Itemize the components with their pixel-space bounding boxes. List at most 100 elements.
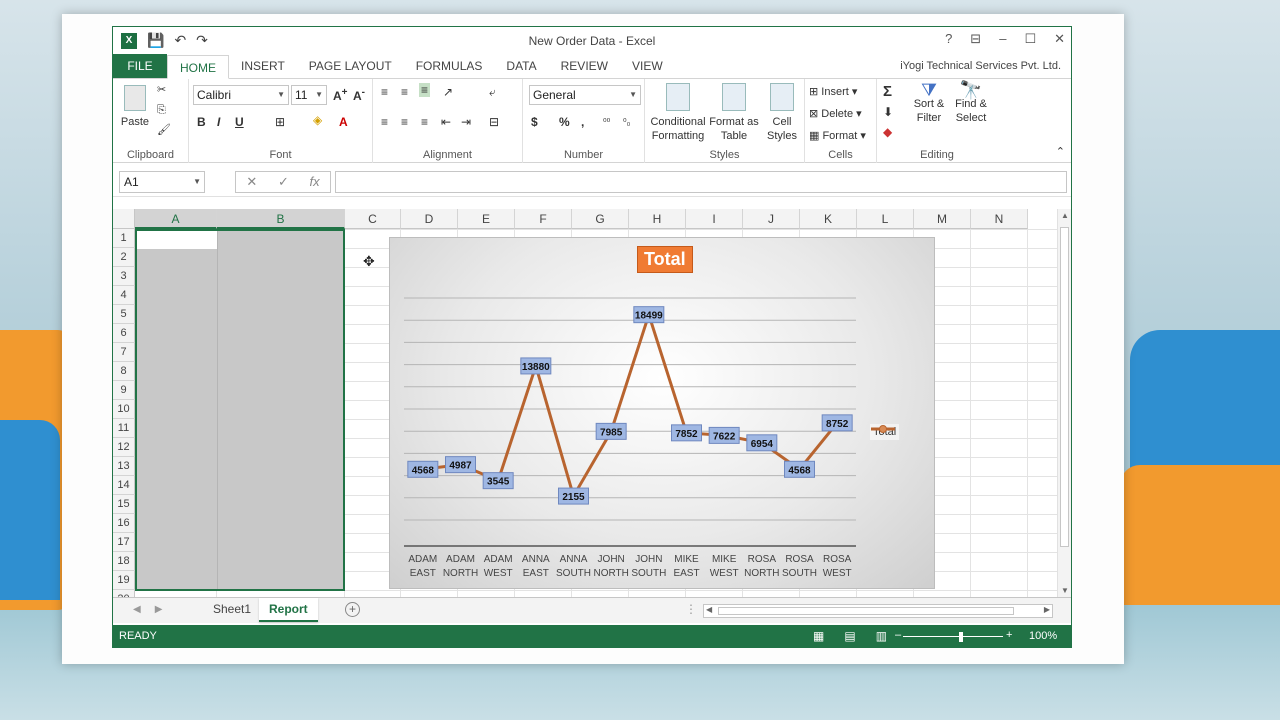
row-header-3[interactable]: 3 [113, 267, 135, 286]
shrink-font-icon[interactable]: A- [353, 87, 365, 103]
tab-data[interactable]: DATA [494, 54, 548, 78]
prev-sheet-icon[interactable]: ◀ [133, 604, 141, 615]
formula-input[interactable] [335, 171, 1067, 193]
close-icon[interactable]: ✕ [1054, 31, 1065, 47]
row-header-14[interactable]: 14 [113, 476, 135, 495]
scroll-thumb[interactable] [1060, 227, 1069, 547]
column-header-l[interactable]: L [857, 209, 914, 229]
align-middle-icon[interactable]: ≡ [401, 85, 408, 99]
scroll-right-icon[interactable]: ▶ [1044, 605, 1050, 614]
column-header-n[interactable]: N [971, 209, 1028, 229]
font-size-select[interactable]: 11 ▼ [291, 85, 327, 105]
font-name-select[interactable]: Calibri ▼ [193, 85, 289, 105]
autosum-icon[interactable]: Σ [883, 83, 892, 100]
row-header-1[interactable]: 1 [113, 229, 135, 248]
column-header-e[interactable]: E [458, 209, 515, 229]
cell-styles-button[interactable]: Cell Styles [761, 83, 803, 143]
find-select-button[interactable]: 🔭 Find & Select [951, 81, 991, 125]
grow-font-icon[interactable]: A+ [333, 87, 348, 103]
next-sheet-icon[interactable]: ▶ [155, 604, 163, 615]
active-cell[interactable] [137, 231, 217, 249]
orientation-icon[interactable]: ↗ [443, 85, 453, 99]
column-header-f[interactable]: F [515, 209, 572, 229]
row-header-13[interactable]: 13 [113, 457, 135, 476]
column-header-a[interactable]: A [135, 209, 217, 229]
scroll-left-icon[interactable]: ◀ [706, 605, 712, 614]
format-painter-icon[interactable]: 🖌 [157, 123, 171, 137]
scroll-down-icon[interactable]: ▼ [1061, 586, 1069, 595]
column-header-d[interactable]: D [401, 209, 458, 229]
currency-icon[interactable]: $ [531, 115, 538, 129]
row-header-9[interactable]: 9 [113, 381, 135, 400]
decrease-indent-icon[interactable]: ⇤ [441, 115, 451, 129]
row-header-4[interactable]: 4 [113, 286, 135, 305]
chart-title[interactable]: Total [637, 246, 693, 273]
chart-legend[interactable]: Total [870, 424, 900, 440]
copy-icon[interactable]: ⎘ [157, 103, 166, 117]
row-header-12[interactable]: 12 [113, 438, 135, 457]
bold-icon[interactable]: B [197, 115, 206, 129]
row-header-10[interactable]: 10 [113, 400, 135, 419]
increase-decimal-icon[interactable]: ⁰⁰ [603, 117, 610, 128]
zoom-in-icon[interactable]: + [1006, 629, 1012, 641]
horizontal-scrollbar[interactable]: ◀ ▶ [703, 604, 1053, 618]
underline-icon[interactable]: U [235, 115, 244, 129]
decrease-decimal-icon[interactable]: ⁰₀ [623, 117, 630, 128]
row-header-16[interactable]: 16 [113, 514, 135, 533]
align-center-icon[interactable]: ≡ [401, 115, 408, 129]
column-header-g[interactable]: G [572, 209, 629, 229]
vertical-scrollbar[interactable]: ▲ ▼ [1057, 209, 1071, 597]
tab-view[interactable]: VIEW [620, 54, 675, 78]
sheet-tab-sheet1[interactable]: Sheet1 [203, 598, 261, 622]
tab-home[interactable]: HOME [167, 55, 229, 79]
zoom-slider[interactable] [903, 636, 1003, 637]
align-right-icon[interactable]: ≡ [421, 115, 428, 129]
row-header-11[interactable]: 11 [113, 419, 135, 438]
row-header-6[interactable]: 6 [113, 324, 135, 343]
sheet-tab-report[interactable]: Report [259, 598, 318, 622]
number-format-select[interactable]: General ▼ [529, 85, 641, 105]
fill-color-icon[interactable]: ◈ [313, 113, 322, 127]
tab-review[interactable]: REVIEW [549, 54, 620, 78]
row-header-19[interactable]: 19 [113, 571, 135, 590]
collapse-ribbon-icon[interactable]: ⌃ [1056, 145, 1065, 159]
column-header-k[interactable]: K [800, 209, 857, 229]
column-header-i[interactable]: I [686, 209, 743, 229]
increase-indent-icon[interactable]: ⇥ [461, 115, 471, 129]
row-header-7[interactable]: 7 [113, 343, 135, 362]
sort-filter-button[interactable]: ⧩ Sort & Filter [911, 81, 947, 125]
align-top-icon[interactable]: ≡ [381, 85, 388, 99]
selected-range[interactable] [135, 229, 345, 591]
row-header-8[interactable]: 8 [113, 362, 135, 381]
column-header-m[interactable]: M [914, 209, 971, 229]
column-header-b[interactable]: B [217, 209, 345, 229]
align-left-icon[interactable]: ≡ [381, 115, 388, 129]
insert-cells-button[interactable]: ⊞ Insert ▾ [809, 85, 857, 99]
border-icon[interactable]: ⊞ [275, 115, 285, 129]
insert-function-icon[interactable]: fx [310, 172, 320, 192]
column-header-j[interactable]: J [743, 209, 800, 229]
italic-icon[interactable]: I [217, 115, 220, 129]
row-header-5[interactable]: 5 [113, 305, 135, 324]
add-sheet-icon[interactable]: + [345, 602, 360, 617]
column-header-c[interactable]: C [345, 209, 401, 229]
tab-file[interactable]: FILE [113, 54, 167, 78]
font-color-icon[interactable]: A [339, 115, 348, 129]
tab-insert[interactable]: INSERT [229, 54, 297, 78]
merge-icon[interactable]: ⊟ [489, 115, 499, 129]
name-box[interactable]: A1 ▼ [119, 171, 205, 193]
row-header-17[interactable]: 17 [113, 533, 135, 552]
comma-icon[interactable]: , [581, 115, 584, 129]
select-all-corner[interactable] [113, 209, 135, 229]
delete-cells-button[interactable]: ⊠ Delete ▾ [809, 107, 862, 121]
format-cells-button[interactable]: ▦ Format ▾ [809, 129, 866, 143]
fill-icon[interactable]: ⬇ [883, 105, 893, 119]
account-name[interactable]: iYogi Technical Services Pvt. Ltd. [900, 60, 1061, 72]
row-header-20[interactable]: 20 [113, 590, 135, 597]
zoom-percent[interactable]: 100% [1029, 630, 1057, 642]
cut-icon[interactable]: ✂ [157, 83, 166, 97]
clear-icon[interactable]: ◆ [883, 125, 892, 139]
help-icon[interactable]: ? [945, 31, 952, 47]
align-bottom-icon[interactable]: ≡ [419, 83, 431, 97]
page-break-view-icon[interactable]: ▥ [876, 629, 887, 643]
